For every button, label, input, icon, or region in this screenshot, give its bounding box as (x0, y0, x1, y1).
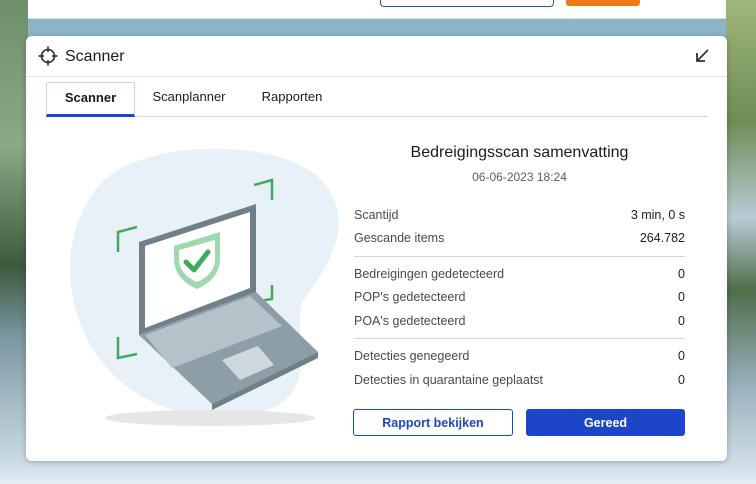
row-label: Bedreigingen gedetecteerd (354, 267, 505, 281)
row-label: Detecties genegeerd (354, 349, 470, 363)
scanner-window: Scanner Scanner Scanplanner Rapporten Be… (26, 36, 727, 461)
row-label: Scantijd (354, 208, 399, 222)
background-orange-button[interactable] (566, 0, 640, 6)
desktop-background-left (0, 0, 28, 484)
row-value: 264.782 (639, 231, 685, 245)
crosshair-icon (38, 46, 58, 66)
row-value: 3 min, 0 s (630, 208, 685, 222)
row-value: 0 (678, 349, 685, 363)
summary-row: Gescande items 264.782 (354, 231, 685, 249)
row-value: 0 (678, 373, 685, 387)
done-button[interactable]: Gereed (526, 409, 685, 436)
tab-scanplanner[interactable]: Scanplanner (144, 82, 234, 113)
view-report-button[interactable]: Rapport bekijken (353, 409, 513, 436)
summary-row: Detecties genegeerd 0 (354, 349, 685, 367)
row-value: 0 (678, 314, 685, 328)
row-label: Gescande items (354, 231, 445, 245)
row-label: Detecties in quarantaine geplaatst (354, 373, 544, 387)
arrow-down-left-icon[interactable] (690, 44, 714, 68)
desktop-background-bottom (0, 462, 756, 484)
row-value: 0 (678, 290, 685, 304)
summary-title: Bedreigingsscan samenvatting (410, 144, 629, 161)
background-outline-button[interactable] (380, 0, 554, 7)
tab-bar: Scanner Scanplanner Rapporten (46, 82, 708, 117)
desktop-background-right (726, 0, 756, 484)
row-label: POA's gedetecteerd (354, 314, 466, 328)
background-window-strip (28, 0, 726, 19)
window-title: Scanner (65, 48, 125, 65)
tab-scanner[interactable]: Scanner (46, 82, 135, 117)
summary-row: Bedreigingen gedetecteerd 0 (354, 267, 685, 285)
divider (354, 338, 685, 339)
divider (354, 256, 685, 257)
summary-row: POP's gedetecteerd 0 (354, 290, 685, 308)
title-bar: Scanner (26, 36, 727, 77)
summary-row: Detecties in quarantaine geplaatst 0 (354, 373, 685, 391)
row-value: 0 (678, 267, 685, 281)
row-label: POP's gedetecteerd (354, 290, 466, 304)
summary-row: Scantijd 3 min, 0 s (354, 208, 685, 226)
tab-rapporten[interactable]: Rapporten (251, 82, 333, 113)
summary-row: POA's gedetecteerd 0 (354, 314, 685, 332)
laptop-shield-illustration (70, 148, 339, 426)
summary-date: 06-06-2023 18:24 (472, 170, 567, 184)
